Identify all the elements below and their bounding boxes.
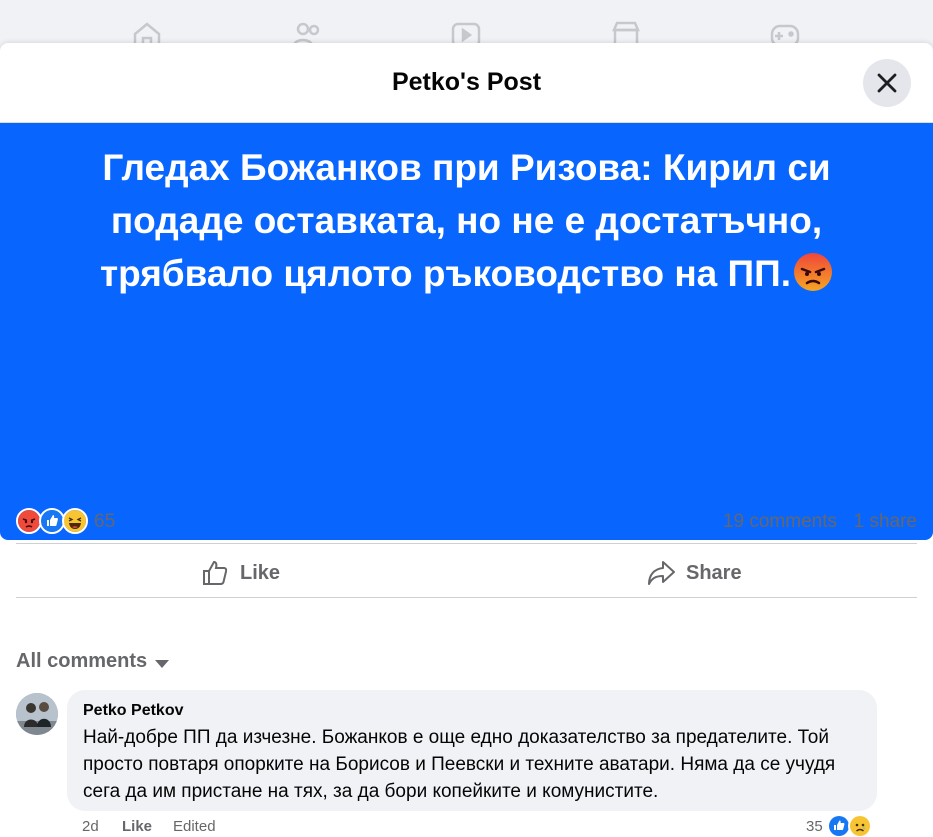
share-button[interactable]: Share <box>646 552 742 594</box>
close-icon <box>877 73 897 93</box>
comment-edited-label: Edited <box>173 818 216 835</box>
avatar[interactable] <box>16 693 58 735</box>
share-icon <box>648 561 675 585</box>
like-button[interactable]: Like <box>200 552 280 594</box>
angry-face-emoji <box>794 253 833 291</box>
share-label: Share <box>686 561 742 584</box>
divider <box>16 543 917 544</box>
comments-filter-dropdown[interactable]: All comments <box>16 650 170 673</box>
comments-filter-label: All comments <box>16 650 148 672</box>
comment-author[interactable]: Petko Petkov <box>83 702 861 720</box>
post-stats: 65 19 comments 1 share <box>16 506 917 542</box>
like-icon <box>203 560 228 585</box>
caret-down-icon <box>155 659 170 668</box>
close-button[interactable] <box>863 59 911 107</box>
sad-reaction-icon[interactable] <box>848 814 872 837</box>
divider <box>16 597 917 598</box>
haha-reaction-icon[interactable] <box>62 508 88 534</box>
comment-text: Най-добре ПП да изчезне. Божанков е още … <box>83 727 836 802</box>
comment-reaction-count[interactable]: 35 <box>806 818 823 835</box>
comment-time[interactable]: 2d <box>82 818 99 835</box>
post-text: Гледах Божанков при Ризова: Кирил си под… <box>99 147 831 294</box>
comment-bubble: Petko Petkov Най-добре ПП да изчезне. Бо… <box>67 690 877 811</box>
comment-like-button[interactable]: Like <box>122 818 152 835</box>
post-modal: Petko's Post Гледах Божанков при Ризова:… <box>0 43 933 837</box>
post-text-block: Гледах Божанков при Ризова: Кирил си под… <box>40 141 893 300</box>
like-label: Like <box>240 561 281 584</box>
shares-count[interactable]: 1 share <box>854 511 917 533</box>
modal-title: Petko's Post <box>391 68 542 96</box>
comments-count[interactable]: 19 comments <box>723 511 837 533</box>
reaction-count[interactable]: 65 <box>94 511 115 533</box>
post-content: Гледах Божанков при Ризова: Кирил си под… <box>0 123 933 540</box>
modal-header: Petko's Post <box>0 43 933 123</box>
